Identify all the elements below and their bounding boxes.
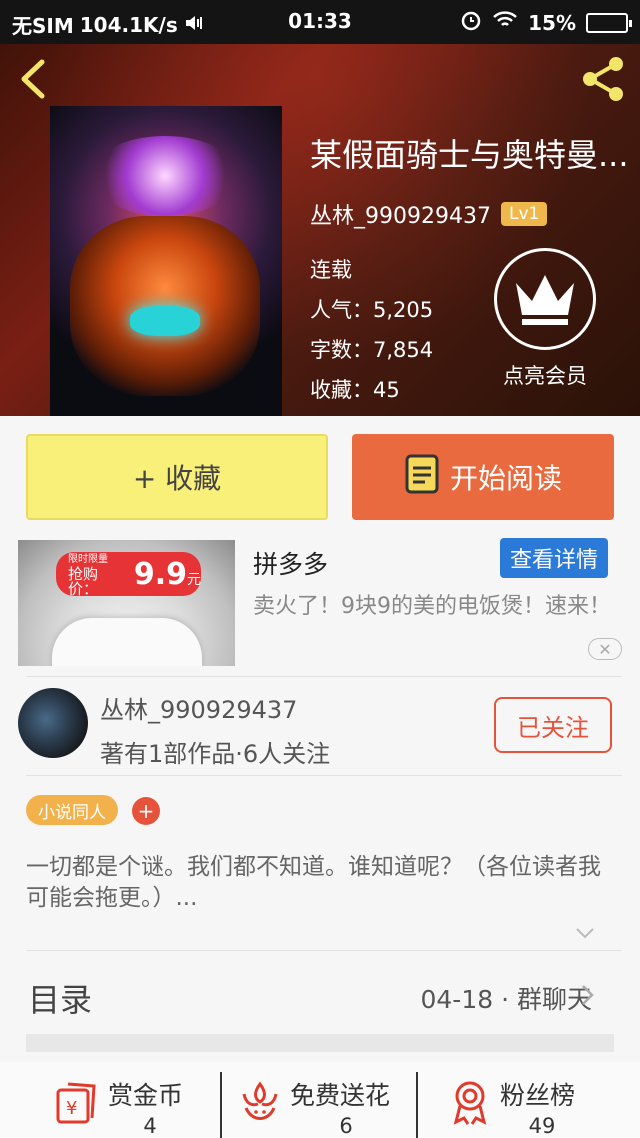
divider — [26, 775, 622, 776]
ad-close-icon[interactable]: ✕ — [588, 638, 622, 660]
book-stats: 连载 人气：5,205 字数：7,854 收藏：45 — [310, 250, 433, 410]
svg-text:¥: ¥ — [66, 1098, 77, 1119]
avatar[interactable] — [18, 688, 88, 758]
ad-image[interactable]: 限时限量 抢购价： 9.9 元 — [18, 540, 235, 666]
flower-icon — [236, 1078, 284, 1126]
fan-ranking-count: 49 — [528, 1114, 556, 1138]
ad-price-unit: 元 — [187, 572, 201, 588]
favorites-stat: 收藏：45 — [310, 378, 400, 402]
send-flowers-count: 6 — [339, 1114, 353, 1138]
word-count-stat: 字数：7,854 — [310, 338, 434, 362]
author-meta: 著有1部作品·6人关注 — [100, 740, 331, 768]
book-info: 某假面骑士与奥特曼... 丛林_990929437 Lv1 — [310, 130, 630, 230]
book-icon — [404, 453, 440, 502]
status-bar: 无SIM 104.1K/s 01:33 15% — [0, 0, 640, 44]
toc-latest-chapter[interactable]: 04-18 · 群聊天 — [421, 980, 593, 1016]
rice-cooker-graphic — [52, 618, 202, 666]
send-flowers-item[interactable]: 免费送花 6 — [222, 1062, 418, 1138]
wifi-icon — [492, 10, 518, 35]
category-tag[interactable]: 小说同人 — [26, 795, 118, 825]
reward-coins-item[interactable]: ¥ 赏金币 4 — [0, 1062, 222, 1138]
book-intro[interactable]: 一切都是个谜。我们都不知道。谁知道呢？（各位读者我可能会拖更。）... — [26, 852, 616, 914]
share-icon[interactable] — [578, 54, 628, 104]
level-badge: Lv1 — [500, 202, 548, 226]
divider — [26, 950, 622, 951]
bottom-actions: ¥ 赏金币 4 免费送花 6 粉丝榜 49 — [0, 1062, 640, 1138]
serial-status: 连载 — [310, 258, 352, 282]
vip-crown-button[interactable] — [494, 248, 596, 350]
author-name[interactable]: 丛林_990929437 — [100, 690, 297, 725]
vip-label[interactable]: 点亮会员 — [480, 360, 610, 390]
ad-details-button[interactable]: 查看详情 — [500, 538, 608, 578]
ribbon-icon — [446, 1078, 494, 1126]
top-bar — [0, 44, 640, 114]
alarm-icon — [460, 9, 482, 36]
reward-coins-count: 4 — [143, 1114, 157, 1138]
ad-description[interactable]: 卖火了！9块9的美的电饭煲！速来！ — [253, 592, 613, 622]
ad-price-tag: 限时限量 抢购价： 9.9 元 — [56, 552, 201, 596]
battery-icon — [586, 12, 632, 33]
back-icon[interactable] — [14, 56, 54, 102]
book-author[interactable]: 丛林_990929437 — [310, 198, 491, 230]
add-tag-button[interactable]: + — [132, 797, 160, 825]
start-reading-button[interactable]: 开始阅读 — [352, 434, 614, 520]
book-cover-image[interactable] — [50, 106, 282, 416]
book-title: 某假面骑士与奥特曼... — [310, 136, 629, 174]
chevron-down-icon[interactable] — [574, 922, 596, 944]
reward-coins-label: 赏金币 — [108, 1081, 184, 1110]
ad-badge-prefix: 抢购价： — [68, 564, 99, 598]
section-separator — [26, 1034, 614, 1052]
fan-ranking-item[interactable]: 粉丝榜 49 — [418, 1062, 640, 1138]
divider — [26, 676, 622, 677]
follow-button[interactable]: 已关注 — [494, 697, 612, 753]
add-favorite-button[interactable]: + 收藏 — [26, 434, 328, 520]
coin-envelope-icon: ¥ — [54, 1078, 102, 1126]
popularity-stat: 人气：5,205 — [310, 298, 434, 322]
start-reading-label: 开始阅读 — [449, 462, 562, 495]
ad-title[interactable]: 拼多多 — [253, 545, 328, 581]
crown-icon — [516, 275, 574, 325]
fan-ranking-label: 粉丝榜 — [500, 1081, 576, 1110]
battery-percent: 15% — [528, 10, 576, 35]
send-flowers-label: 免费送花 — [290, 1081, 391, 1110]
ad-price: 9.9 — [133, 556, 187, 592]
toc-label[interactable]: 目录 — [28, 975, 92, 1021]
chevron-right-icon[interactable] — [580, 984, 596, 1006]
